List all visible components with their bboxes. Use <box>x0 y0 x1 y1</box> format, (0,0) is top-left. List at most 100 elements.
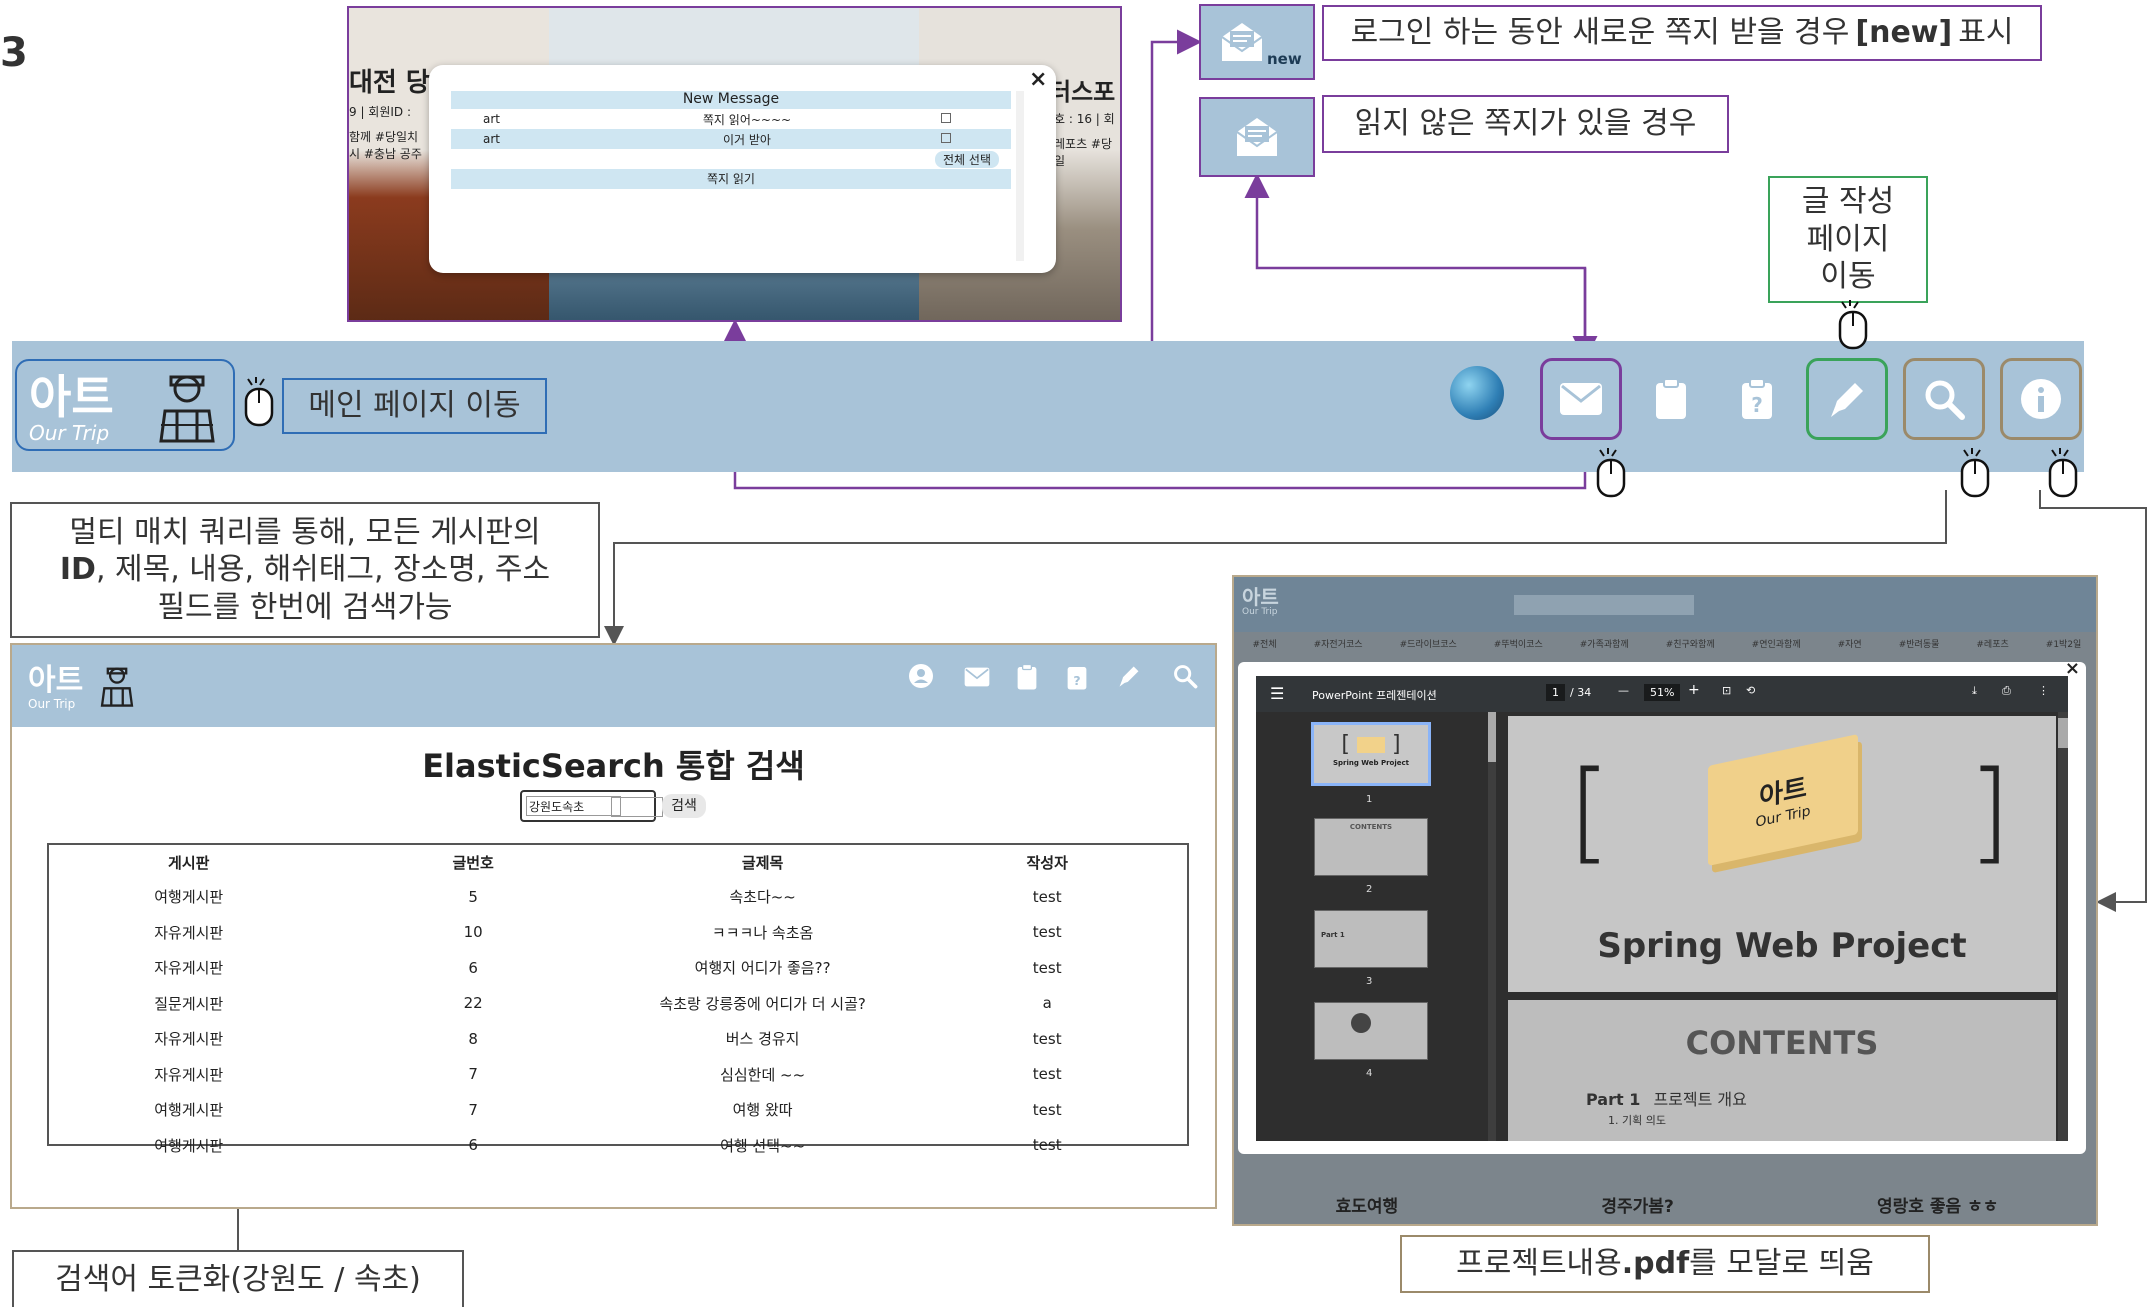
fit-page-icon[interactable]: ⊡ <box>1722 684 1731 697</box>
envelope-open-icon <box>1236 118 1278 156</box>
table-row[interactable]: 여행게시판 6 여행 선택~~ test <box>49 1128 1187 1164</box>
modal-scrollbar[interactable] <box>1016 91 1024 261</box>
search-title: ElasticSearch 통합 검색 <box>422 747 805 785</box>
message-checkbox[interactable] <box>931 112 1011 126</box>
rotate-icon[interactable]: ⟲ <box>1746 684 1755 697</box>
table-cell: 속초랑 강릉중에 어디가 더 시골? <box>659 994 866 1013</box>
callout-multi-match: 멀티 매치 쿼리를 통해, 모든 게시판의 ID, 제목, 내용, 해쉬태그, … <box>10 502 600 638</box>
pdf-title: PowerPoint 프레젠테이션 <box>1312 689 1437 702</box>
thumbnail-page-2[interactable]: CONTENTS <box>1314 818 1428 876</box>
card-title[interactable]: 경주가봄? <box>1601 1192 1673 1224</box>
message-subject[interactable]: 이거 받아 <box>563 131 931 148</box>
table-cell: test <box>1032 1029 1062 1048</box>
table-cell: 여행게시판 <box>154 1136 224 1155</box>
thumbnail-page-3[interactable]: Part 1 <box>1314 910 1428 968</box>
table-row[interactable]: 여행게시판 5 속초다~~ test <box>49 879 1187 915</box>
column-header: 작성자 <box>1026 853 1068 872</box>
table-cell: 여행게시판 <box>154 888 224 907</box>
table-row[interactable]: 자유게시판 7 심심한데 ~~ test <box>49 1057 1187 1093</box>
pen-icon[interactable] <box>1116 663 1142 689</box>
bg-card-meta-left: 9 | 회원ID : <box>349 105 412 119</box>
info-icon <box>2021 379 2061 419</box>
new-message-modal: × New Message art 쪽지 읽어~~~~ art 이거 받아 전체… <box>429 65 1056 273</box>
table-cell: 버스 경유지 <box>725 1030 800 1049</box>
table-row[interactable]: 자유게시판 8 버스 경유지 test <box>49 1021 1187 1057</box>
table-cell: 5 <box>468 887 478 906</box>
thumbnail-page-1[interactable]: [ ] Spring Web Project <box>1311 722 1431 786</box>
clipboard-icon <box>1656 378 1686 419</box>
hamburger-menu-icon[interactable]: ☰ <box>1270 684 1284 703</box>
logo-title: 아트 <box>29 370 114 424</box>
read-message-button[interactable]: 쪽지 읽기 <box>451 169 1011 189</box>
info-button[interactable] <box>2000 358 2082 440</box>
new-badge: new <box>1267 50 1302 68</box>
search-panel: 아트 Our Trip ? ElasticSearch 통합 검색 강원도속초 … <box>10 643 1217 1209</box>
card-title[interactable]: 효도여행 <box>1336 1192 1399 1224</box>
user-icon[interactable] <box>908 663 934 689</box>
select-all-button[interactable]: 전체 선택 <box>935 151 999 168</box>
search-submit-button[interactable]: 검색 <box>662 794 706 818</box>
envelope-icon <box>1560 383 1602 415</box>
zoom-level[interactable]: 51% <box>1644 684 1681 701</box>
zoom-out-button[interactable]: — <box>1618 684 1629 697</box>
table-row[interactable]: 여행게시판 7 여행 왔따 test <box>49 1092 1187 1128</box>
table-cell: 7 <box>468 1100 478 1119</box>
write-button[interactable] <box>1806 358 1888 440</box>
table-cell: 6 <box>468 1136 478 1155</box>
thumbnail-page-4[interactable] <box>1314 1002 1428 1060</box>
download-icon[interactable]: ⤓ <box>1972 684 1977 698</box>
profile-globe-avatar[interactable] <box>1450 366 1504 420</box>
bottom-cards: 효도여행 경주가봄? 영랑호 좋음 ㅎㅎ <box>1234 1172 2096 1224</box>
more-options-icon[interactable]: ⋮ <box>2038 684 2049 697</box>
bg-card-tags-left-1: 함께 #당일치 <box>349 130 419 144</box>
logo-button[interactable]: 아트 Our Trip <box>15 359 235 451</box>
envelope-icon[interactable] <box>964 667 990 687</box>
search-button[interactable] <box>1903 358 1985 440</box>
message-row[interactable]: art 쪽지 읽어~~~~ <box>451 109 1011 129</box>
board-button[interactable] <box>1630 358 1712 440</box>
thumbnail-sidebar: [ ] Spring Web Project 1 CONTENTS 2 Part… <box>1256 712 1496 1141</box>
table-cell: 자유게시판 <box>154 923 224 942</box>
callout-tokenizer: 검색어 토큰화(강원도 / 속초) <box>12 1250 464 1307</box>
table-cell: 8 <box>468 1029 478 1048</box>
search-icon[interactable] <box>1172 663 1198 689</box>
message-subject[interactable]: 쪽지 읽어~~~~ <box>563 111 931 128</box>
clipboard-question-icon[interactable]: ? <box>1067 663 1087 691</box>
zoom-in-button[interactable]: + <box>1688 682 1700 698</box>
pen-icon <box>1831 383 1863 417</box>
page-total: / 34 <box>1570 686 1592 699</box>
traveler-icon <box>159 375 215 443</box>
message-checkbox[interactable] <box>931 132 1011 146</box>
table-cell: 속초다~~ <box>729 888 796 907</box>
card-title[interactable]: 영랑호 좋음 ㅎㅎ <box>1877 1192 1998 1224</box>
logo-subtitle: Our Trip <box>28 697 76 711</box>
table-cell: 6 <box>468 958 478 977</box>
pdf-scrollbar[interactable] <box>2058 712 2068 1141</box>
modal-close-button[interactable]: × <box>1029 67 1047 92</box>
traveler-icon <box>100 667 134 707</box>
svg-text:?: ? <box>1751 393 1763 417</box>
slide-title: Spring Web Project <box>1597 926 1967 966</box>
table-row[interactable]: 질문게시판 22 속초랑 강릉중에 어디가 더 시골? a <box>49 986 1187 1022</box>
print-icon[interactable]: ⎙ <box>2002 684 2011 698</box>
pdf-screenshot: 아트 Our Trip #전체 #자전거코스 #드라이브코스 #뚜벅이코스 #가족과함께… <box>1232 575 2098 1226</box>
table-cell: a <box>1042 994 1052 1013</box>
column-header: 글번호 <box>452 853 494 872</box>
table-cell: 자유게시판 <box>154 1065 224 1084</box>
table-row[interactable]: 자유게시판 6 여행지 어디가 좋음?? test <box>49 950 1187 986</box>
question-board-button[interactable]: ? <box>1716 358 1798 440</box>
message-sender: art <box>483 132 500 146</box>
callout-unread-message: 읽지 않은 쪽지가 있을 경우 <box>1322 95 1729 153</box>
table-cell: test <box>1032 1065 1062 1084</box>
message-row[interactable]: art 이거 받아 <box>451 129 1011 149</box>
thumbnail-scrollbar[interactable] <box>1488 712 1496 1141</box>
table-cell: 22 <box>463 994 483 1013</box>
mouse-click-icon <box>1596 448 1626 498</box>
mail-button[interactable] <box>1540 358 1622 440</box>
page-number-input[interactable]: 1 <box>1546 684 1565 701</box>
table-cell: test <box>1032 1136 1062 1155</box>
table-row[interactable]: 자유게시판 10 ㅋㅋㅋ나 속초옴 test <box>49 915 1187 951</box>
bg-card-title-right: 터스포 <box>1049 78 1116 106</box>
table-cell: 질문게시판 <box>154 994 224 1013</box>
clipboard-icon[interactable] <box>1017 663 1037 691</box>
